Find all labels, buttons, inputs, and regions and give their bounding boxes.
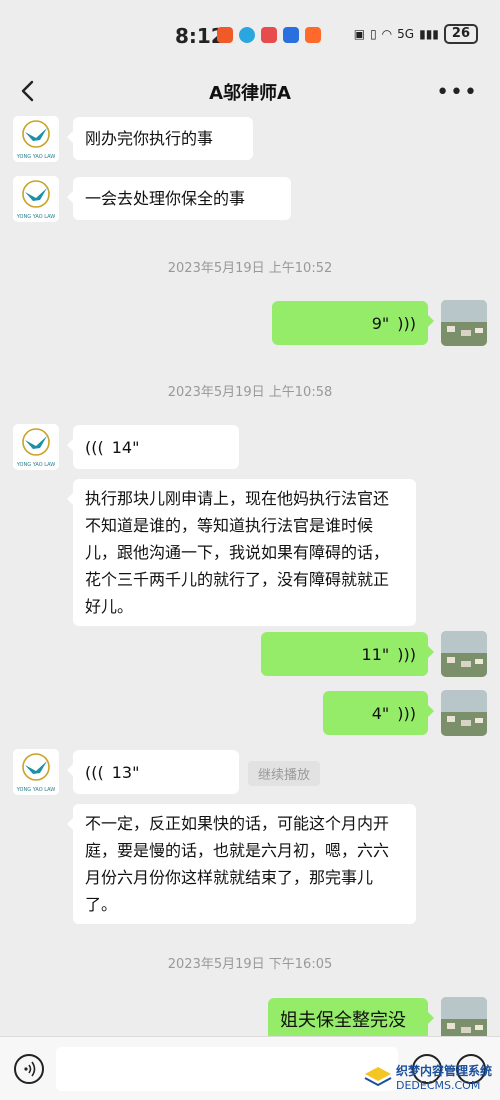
network-label: 5G xyxy=(397,27,415,41)
voice-duration: 14" xyxy=(111,437,140,457)
voice-wave-icon: ))) xyxy=(397,313,416,333)
landscape-photo-avatar xyxy=(441,300,487,346)
continue-playing-label[interactable]: 继续播放 xyxy=(248,761,321,786)
my-avatar[interactable] xyxy=(441,690,487,736)
logo-text: YONG YAO LAW xyxy=(16,462,55,468)
my-avatar[interactable] xyxy=(441,300,487,346)
voice-transcription[interactable]: 执行那块儿刚申请上，现在他妈执行法官还不知道是谁的，等知道执行法官是谁时候儿，跟… xyxy=(67,479,416,626)
watermark-logo-icon xyxy=(364,1067,392,1087)
voice-wave-icon: ((( xyxy=(85,437,104,457)
voice-message[interactable]: ((( 14" xyxy=(67,425,239,469)
message-input[interactable] xyxy=(56,1047,398,1091)
law-firm-logo: YONG YAO LAW xyxy=(16,753,55,793)
signal-icon: ▮▮▮ xyxy=(419,27,439,41)
watermark: 织梦内容管理系统 DEDECMS.COM xyxy=(364,1062,492,1092)
voice-duration: 9" xyxy=(371,313,390,333)
notification-icon xyxy=(305,27,321,43)
notification-icon xyxy=(217,27,233,43)
watermark-url: DEDECMS.COM xyxy=(396,1079,481,1092)
voice-wave-icon xyxy=(24,1061,36,1077)
voice-duration: 11" xyxy=(361,644,390,664)
status-icons: ▣ ▯ ◠ 5G ▮▮▮ 26 xyxy=(354,24,478,44)
watermark-title: 织梦内容管理系统 xyxy=(396,1064,493,1078)
lawyer-avatar[interactable]: YONG YAO LAW xyxy=(13,116,59,162)
voice-transcription[interactable]: 不一定，反正如果快的话，可能这个月内开庭，要是慢的话，也就是六月初，嗯，六六月份… xyxy=(67,804,416,924)
voice-message[interactable]: ((( 13" xyxy=(67,750,239,794)
voice-message[interactable]: 11" ))) xyxy=(261,632,434,676)
message-timestamp: 2023年5月19日 上午10:58 xyxy=(167,385,333,400)
lawyer-avatar[interactable]: YONG YAO LAW xyxy=(13,424,59,470)
law-firm-logo: YONG YAO LAW xyxy=(16,428,55,468)
voice-wave-icon: ((( xyxy=(85,762,104,782)
message-timestamp: 2023年5月19日 上午10:52 xyxy=(167,261,333,276)
voice-input-icon[interactable] xyxy=(14,1054,44,1084)
logo-text: YONG YAO LAW xyxy=(16,787,55,793)
battery-level: 26 xyxy=(443,24,478,44)
chat-header: A邬律师A ••• xyxy=(0,70,500,114)
nfc-icon: ▣ xyxy=(353,27,366,41)
logo-text: YONG YAO LAW xyxy=(16,154,55,160)
message-text[interactable]: 一会去处理你保全的事 xyxy=(67,177,291,220)
voice-wave-icon: ))) xyxy=(397,703,416,723)
message-timestamp: 2023年5月19日 下午16:05 xyxy=(167,957,333,972)
voice-wave-icon: ))) xyxy=(397,644,416,664)
law-firm-logo: YONG YAO LAW xyxy=(16,120,55,160)
lawyer-avatar[interactable]: YONG YAO LAW xyxy=(13,176,59,222)
law-firm-logo: YONG YAO LAW xyxy=(16,180,55,220)
message-text[interactable]: 刚办完你执行的事 xyxy=(67,117,253,160)
status-bar: 8:12 ▣ ▯ ◠ 5G ▮▮▮ 26 xyxy=(0,0,500,70)
my-avatar[interactable] xyxy=(441,631,487,677)
notification-icon xyxy=(261,27,277,43)
logo-text: YONG YAO LAW xyxy=(16,214,55,220)
more-options-icon[interactable]: ••• xyxy=(436,80,478,105)
notification-icon xyxy=(283,27,299,43)
landscape-photo-avatar xyxy=(441,631,487,677)
voice-duration: 13" xyxy=(111,762,140,782)
notification-icon xyxy=(239,27,255,43)
landscape-photo-avatar xyxy=(441,690,487,736)
vibrate-icon: ▯ xyxy=(370,27,377,41)
chat-title: A邬律师A xyxy=(209,83,291,104)
voice-message[interactable]: 9" ))) xyxy=(272,301,434,345)
voice-duration: 4" xyxy=(371,703,390,723)
lawyer-avatar[interactable]: YONG YAO LAW xyxy=(13,749,59,795)
wifi-icon: ◠ xyxy=(381,27,393,41)
voice-message[interactable]: 4" ))) xyxy=(323,691,434,735)
